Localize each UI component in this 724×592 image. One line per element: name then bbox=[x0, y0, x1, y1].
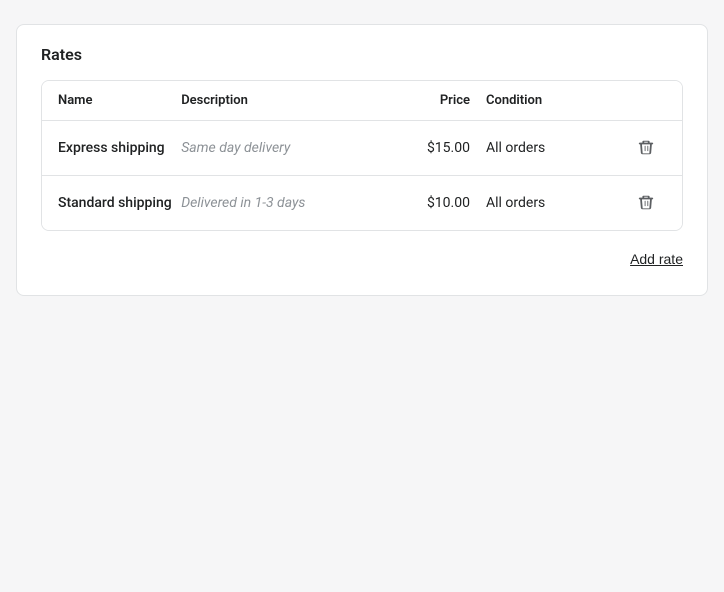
row-condition: All orders bbox=[486, 140, 626, 156]
rates-table: Name Description Price Condition Express… bbox=[41, 80, 683, 231]
row-name: Express shipping bbox=[58, 140, 181, 156]
row-price: $15.00 bbox=[366, 140, 486, 156]
table-row: Standard shipping Delivered in 1-3 days … bbox=[42, 176, 682, 230]
header-description: Description bbox=[181, 93, 366, 108]
add-rate-container: Add rate bbox=[41, 247, 683, 271]
trash-icon bbox=[637, 139, 655, 157]
delete-row-1-button[interactable] bbox=[633, 135, 659, 161]
rates-section: Rates Name Description Price Condition E… bbox=[16, 24, 708, 296]
row-name: Standard shipping bbox=[58, 195, 181, 211]
row-description: Same day delivery bbox=[181, 140, 366, 156]
header-condition: Condition bbox=[486, 93, 626, 108]
row-action bbox=[626, 190, 666, 216]
row-description: Delivered in 1-3 days bbox=[181, 195, 366, 211]
trash-icon bbox=[637, 194, 655, 212]
table-header: Name Description Price Condition bbox=[42, 81, 682, 121]
add-rate-button[interactable]: Add rate bbox=[630, 247, 683, 271]
delete-row-2-button[interactable] bbox=[633, 190, 659, 216]
header-price: Price bbox=[366, 93, 486, 108]
table-row: Express shipping Same day delivery $15.0… bbox=[42, 121, 682, 176]
row-price: $10.00 bbox=[366, 195, 486, 211]
header-actions bbox=[626, 93, 666, 108]
row-condition: All orders bbox=[486, 195, 626, 211]
page-title: Rates bbox=[41, 45, 683, 64]
header-name: Name bbox=[58, 93, 181, 108]
row-action bbox=[626, 135, 666, 161]
